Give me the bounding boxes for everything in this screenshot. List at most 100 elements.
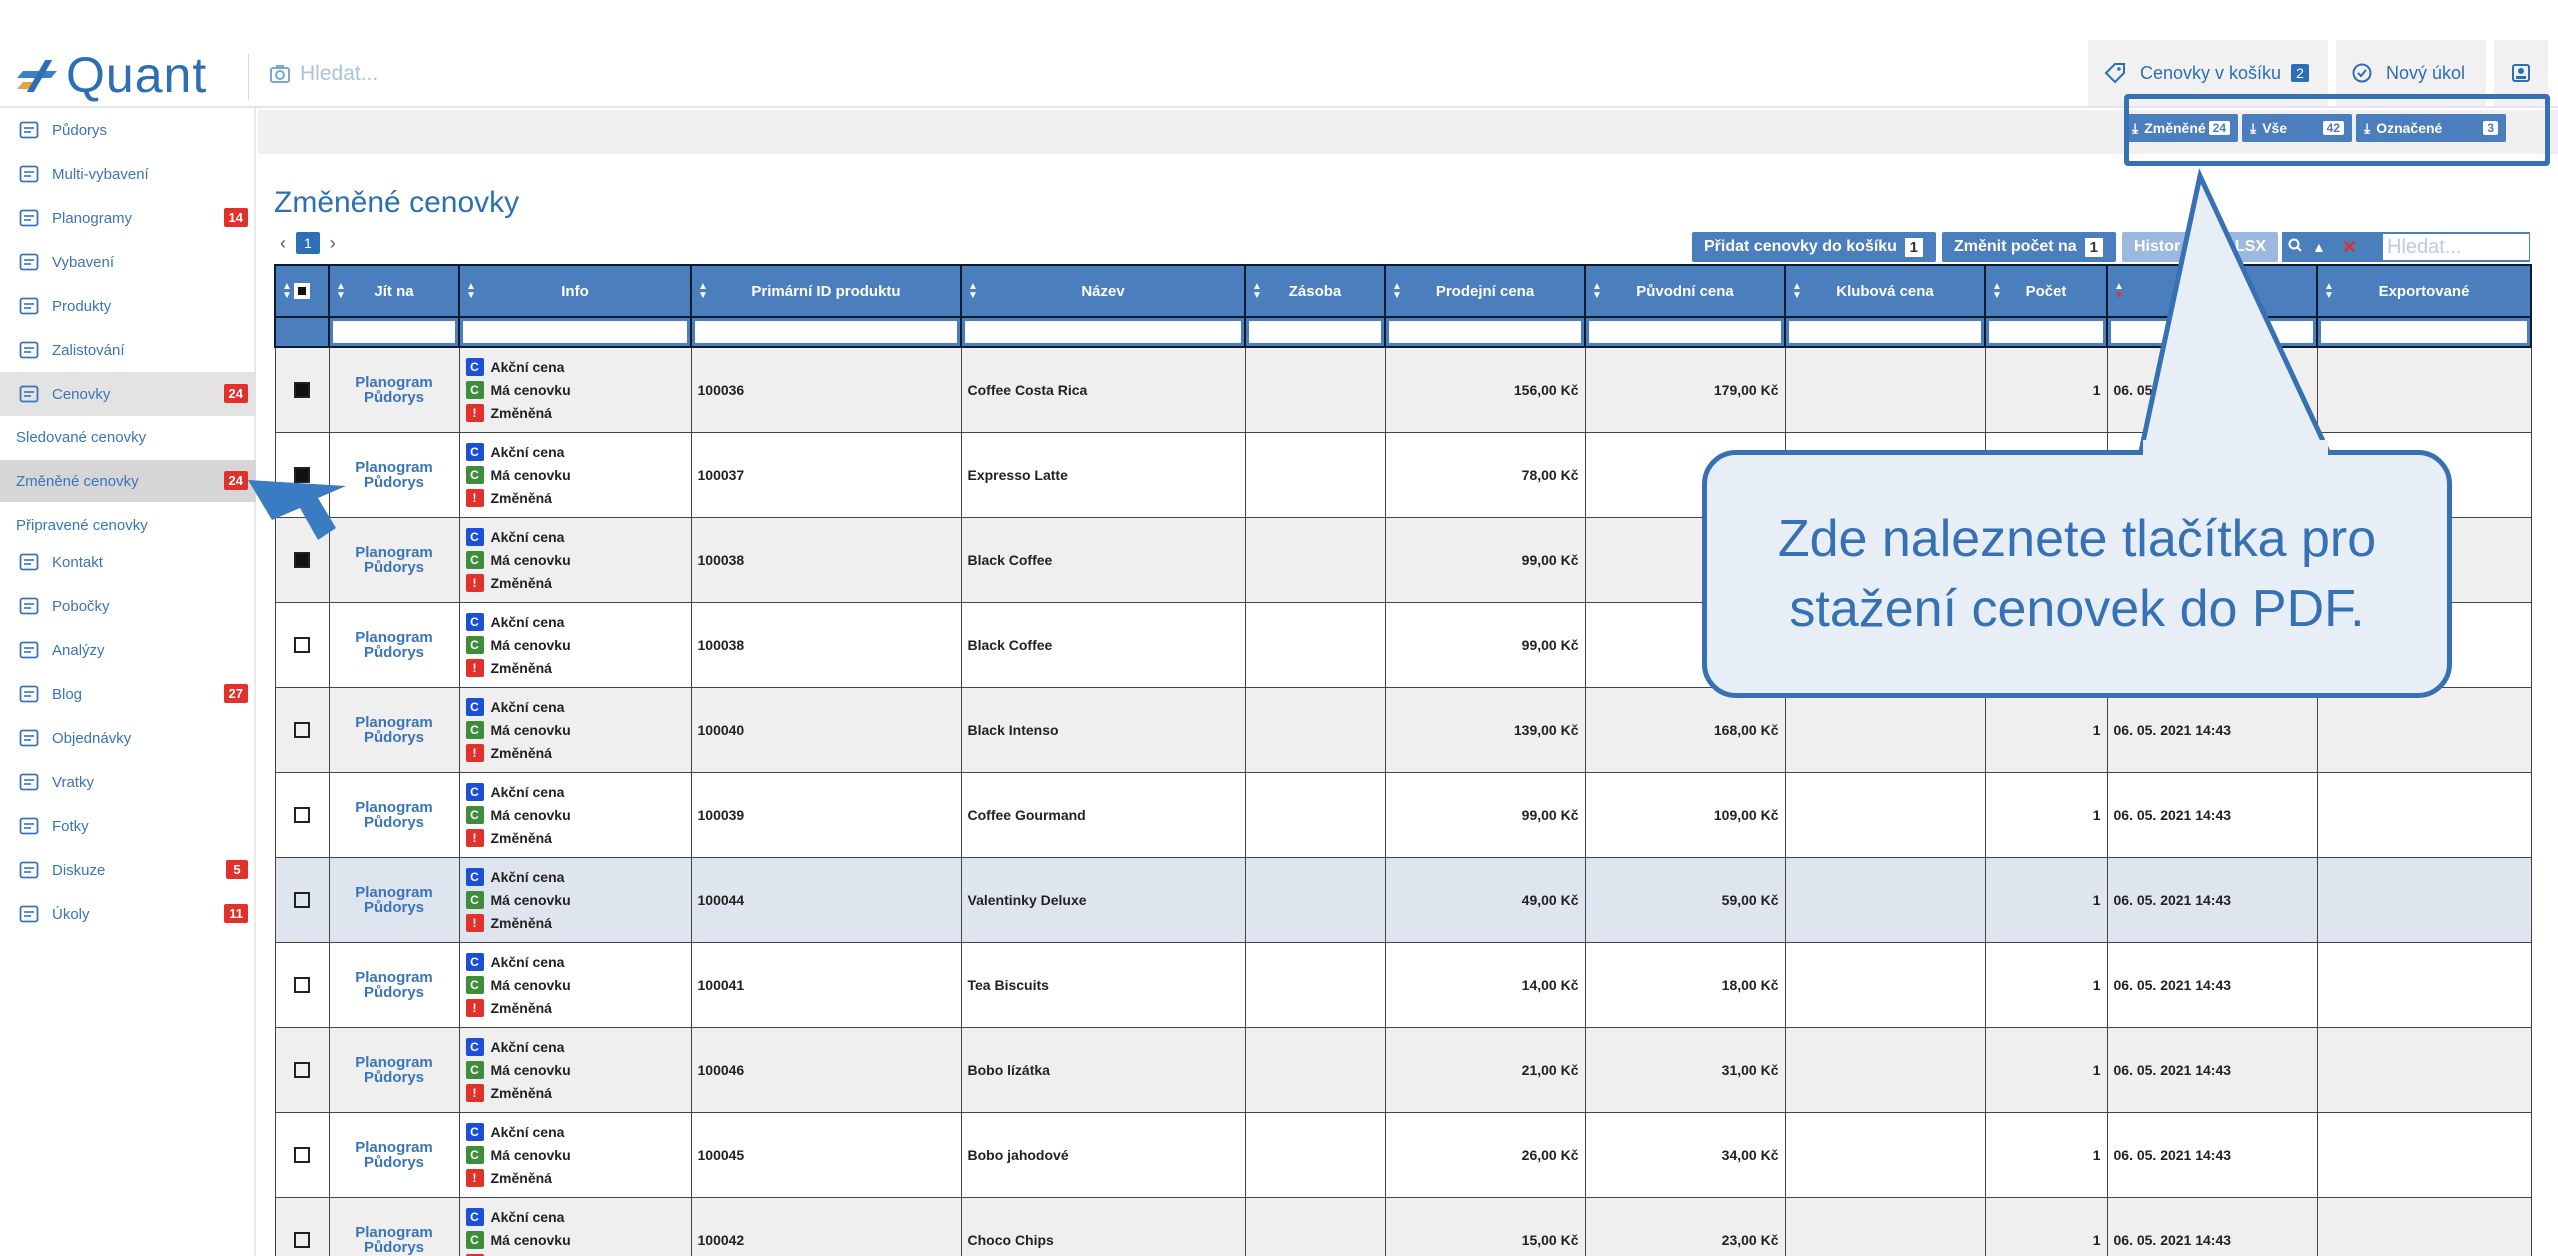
add-to-cart-count[interactable]: 1 <box>1903 236 1924 258</box>
table-row[interactable]: PlanogramPůdorysCAkční cenaCMá cenovku!Z… <box>274 346 2532 433</box>
sort-icon[interactable]: ▲ ▼ <box>698 282 708 301</box>
column-filter-input[interactable] <box>333 321 455 343</box>
table-row[interactable]: PlanogramPůdorysCAkční cenaCMá cenovku!Z… <box>274 1026 2532 1113</box>
column-header-8[interactable]: ▲ ▼ Klubová cena <box>1784 264 1986 318</box>
sidebar-item-11[interactable]: Objednávky <box>0 716 256 760</box>
sort-icon[interactable]: ▲ ▼ <box>2114 282 2124 301</box>
sidebar-item-0[interactable]: Půdorys <box>0 108 256 152</box>
sidebar-item-4[interactable]: Produkty <box>0 284 256 328</box>
sidebar-item-13[interactable]: Fotky <box>0 804 256 848</box>
goto-floorplan-link[interactable]: Půdorys <box>336 1155 453 1170</box>
row-checkbox[interactable] <box>294 466 310 483</box>
column-filter-input[interactable] <box>1789 321 1981 343</box>
sidebar-subitem-0[interactable]: Sledované cenovky <box>0 416 256 458</box>
row-checkbox[interactable] <box>294 1061 310 1078</box>
column-header-4[interactable]: ▲ ▼ Název <box>960 264 1246 318</box>
goto-floorplan-link[interactable]: Půdorys <box>336 985 453 1000</box>
column-filter-input[interactable] <box>1389 321 1581 343</box>
column-header-11[interactable]: ▲ ▼ Exportované <box>2316 264 2532 318</box>
table-row[interactable]: PlanogramPůdorysCAkční cenaCMá cenovku!Z… <box>274 1111 2532 1198</box>
column-header-0[interactable]: ▲ ▼ <box>274 264 330 318</box>
sort-icon[interactable]: ▲ ▼ <box>1392 282 1402 301</box>
select-all-checkbox[interactable] <box>294 283 310 299</box>
app-logo[interactable]: Quant <box>17 46 207 104</box>
sidebar-item-14[interactable]: Diskuze 5 <box>0 848 256 892</box>
sort-icon[interactable]: ▲ ▼ <box>282 282 292 301</box>
goto-planogram-link[interactable]: Planogram <box>336 630 453 645</box>
goto-floorplan-link[interactable]: Půdorys <box>336 1070 453 1085</box>
change-count-button[interactable]: Změnit počet na 1 <box>1942 232 2116 262</box>
table-row[interactable]: PlanogramPůdorysCAkční cenaCMá cenovku!Z… <box>274 1196 2532 1256</box>
sort-icon[interactable]: ▲ ▼ <box>1592 282 1602 301</box>
goto-planogram-link[interactable]: Planogram <box>336 1140 453 1155</box>
table-row[interactable]: PlanogramPůdorysCAkční cenaCMá cenovku!Z… <box>274 686 2532 773</box>
sidebar-subitem-1[interactable]: Změněné cenovky 24 <box>0 460 256 502</box>
table-row[interactable]: PlanogramPůdorysCAkční cenaCMá cenovku!Z… <box>274 856 2532 943</box>
table-search-input[interactable] <box>2382 233 2530 261</box>
sidebar-item-10[interactable]: Blog 27 <box>0 672 256 716</box>
goto-planogram-link[interactable]: Planogram <box>336 375 453 390</box>
column-filter-input[interactable] <box>2321 321 2527 343</box>
sidebar-item-15[interactable]: Úkoly 11 <box>0 892 256 936</box>
prev-page-icon[interactable]: ‹ <box>280 233 286 254</box>
sort-icon[interactable]: ▲ ▼ <box>968 282 978 301</box>
column-header-5[interactable]: ▲ ▼ Zásoba <box>1244 264 1386 318</box>
goto-floorplan-link[interactable]: Půdorys <box>336 560 453 575</box>
column-filter-input[interactable] <box>463 321 687 343</box>
goto-planogram-link[interactable]: Planogram <box>336 715 453 730</box>
sidebar-subitem-2[interactable]: Připravené cenovky <box>0 504 256 546</box>
column-filter-input[interactable] <box>2111 321 2313 343</box>
column-filter-input[interactable] <box>965 321 1241 343</box>
goto-floorplan-link[interactable]: Půdorys <box>336 900 453 915</box>
goto-floorplan-link[interactable]: Půdorys <box>336 475 453 490</box>
row-checkbox[interactable] <box>294 1146 310 1163</box>
row-checkbox[interactable] <box>294 976 310 993</box>
sidebar-item-12[interactable]: Vratky <box>0 760 256 804</box>
goto-floorplan-link[interactable]: Půdorys <box>336 730 453 745</box>
column-filter-input[interactable] <box>695 321 957 343</box>
sort-icon[interactable]: ▲ ▼ <box>1792 282 1802 301</box>
goto-floorplan-link[interactable]: Půdorys <box>336 390 453 405</box>
row-checkbox[interactable] <box>294 551 310 568</box>
column-header-2[interactable]: ▲ ▼ Info <box>458 264 692 318</box>
goto-planogram-link[interactable]: Planogram <box>336 885 453 900</box>
row-checkbox[interactable] <box>294 806 310 823</box>
sort-icon[interactable]: ▲ ▼ <box>1992 282 2002 301</box>
sidebar-item-3[interactable]: Vybavení <box>0 240 256 284</box>
goto-planogram-link[interactable]: Planogram <box>336 1225 453 1240</box>
column-header-9[interactable]: ▲ ▼ Počet <box>1984 264 2108 318</box>
search-icon[interactable] <box>2288 238 2302 256</box>
column-header-1[interactable]: ▲ ▼ Jít na <box>328 264 460 318</box>
sidebar-item-9[interactable]: Analýzy <box>0 628 256 672</box>
goto-floorplan-link[interactable]: Půdorys <box>336 645 453 660</box>
sidebar-item-1[interactable]: Multi-vybavení <box>0 152 256 196</box>
sidebar-item-2[interactable]: Planogramy 14 <box>0 196 256 240</box>
column-header-6[interactable]: ▲ ▼ Prodejní cena <box>1384 264 1586 318</box>
row-checkbox[interactable] <box>294 381 310 398</box>
row-checkbox[interactable] <box>294 721 310 738</box>
goto-planogram-link[interactable]: Planogram <box>336 1055 453 1070</box>
sort-icon[interactable]: ▲ ▼ <box>1252 282 1262 301</box>
current-page[interactable]: 1 <box>296 232 320 254</box>
camera-icon[interactable] <box>270 65 290 83</box>
sidebar-item-7[interactable]: Kontakt <box>0 540 256 584</box>
table-row[interactable]: PlanogramPůdorysCAkční cenaCMá cenovku!Z… <box>274 771 2532 858</box>
column-filter-input[interactable] <box>1589 321 1781 343</box>
clear-icon[interactable]: ✕ <box>2342 237 2357 258</box>
goto-planogram-link[interactable]: Planogram <box>336 545 453 560</box>
goto-planogram-link[interactable]: Planogram <box>336 460 453 475</box>
column-header-7[interactable]: ▲ ▼ Původní cena <box>1584 264 1786 318</box>
sidebar-item-8[interactable]: Pobočky <box>0 584 256 628</box>
row-checkbox[interactable] <box>294 1231 310 1248</box>
table-row[interactable]: PlanogramPůdorysCAkční cenaCMá cenovku!Z… <box>274 941 2532 1028</box>
goto-floorplan-link[interactable]: Půdorys <box>336 1240 453 1255</box>
add-to-cart-button[interactable]: Přidat cenovky do košíku 1 <box>1692 232 1936 262</box>
global-search-input[interactable] <box>300 62 700 86</box>
row-checkbox[interactable] <box>294 891 310 908</box>
sort-up-icon[interactable]: ▲ <box>2312 239 2326 255</box>
sidebar-item-5[interactable]: Zalistování <box>0 328 256 372</box>
goto-planogram-link[interactable]: Planogram <box>336 970 453 985</box>
goto-floorplan-link[interactable]: Půdorys <box>336 815 453 830</box>
sidebar-item-6[interactable]: Cenovky 24 <box>0 372 256 416</box>
goto-planogram-link[interactable]: Planogram <box>336 800 453 815</box>
